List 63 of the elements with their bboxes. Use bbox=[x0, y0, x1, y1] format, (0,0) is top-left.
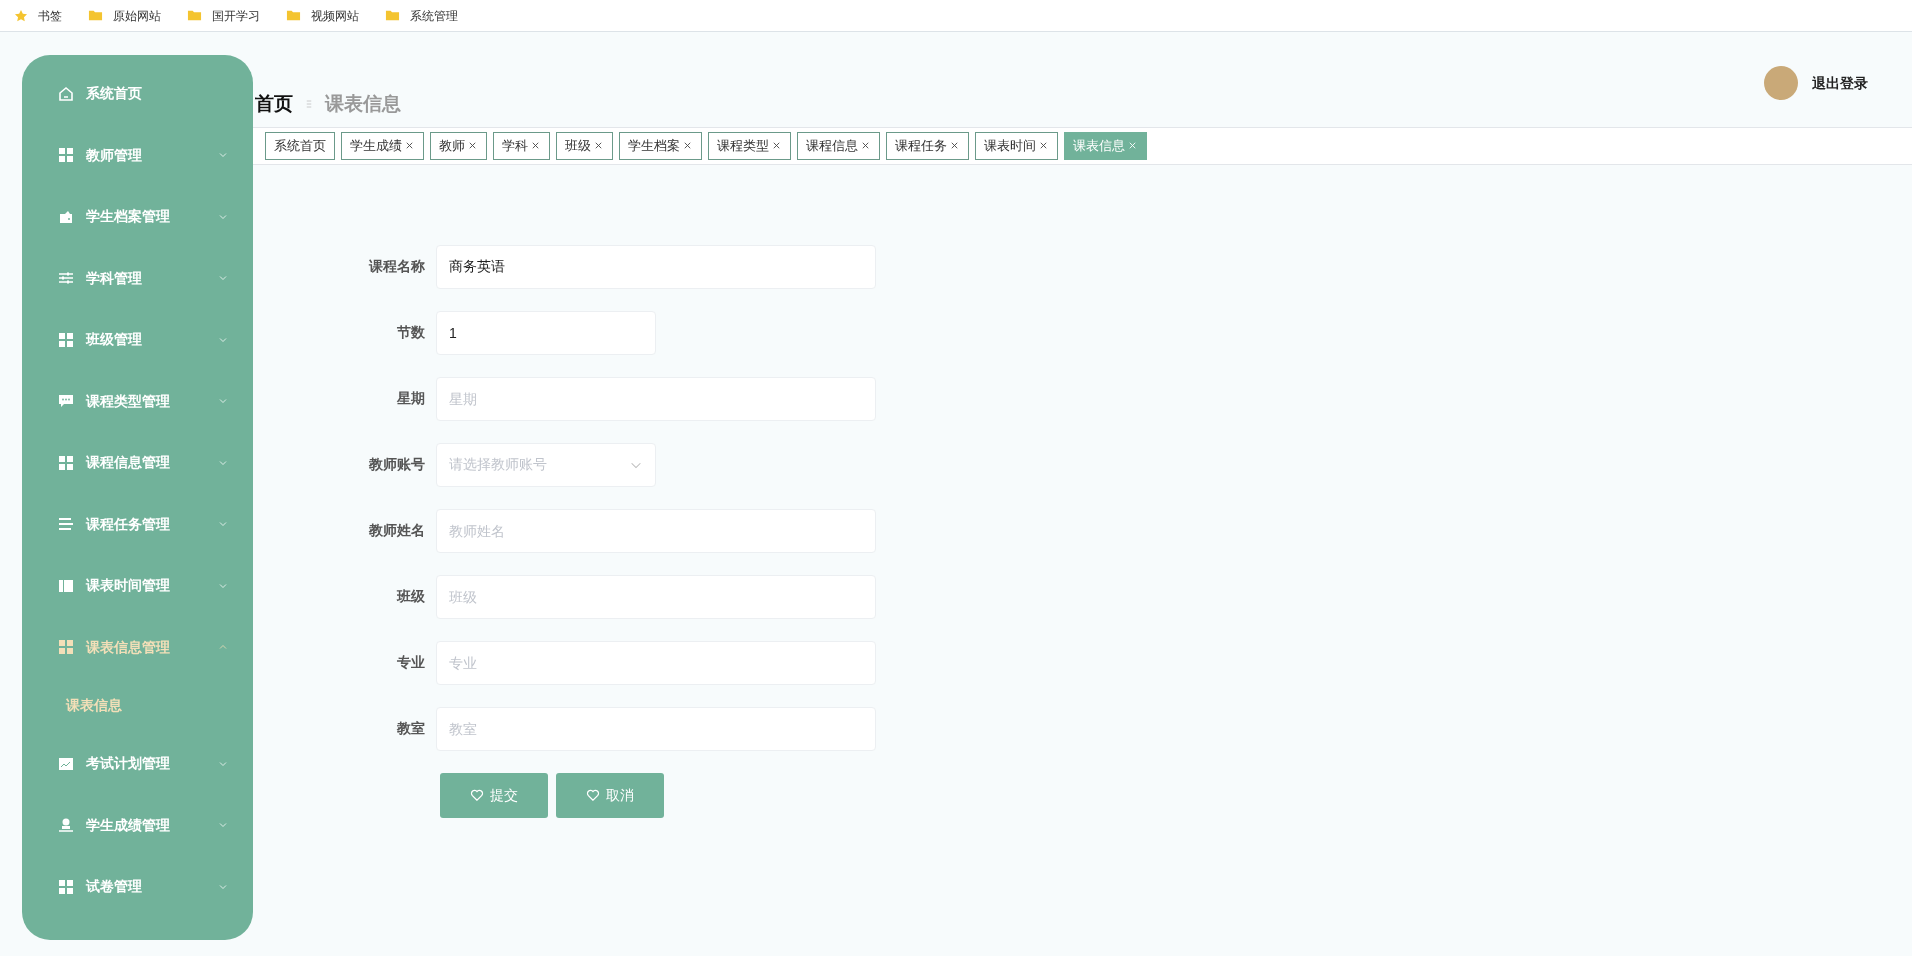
input-field[interactable]: 班级 bbox=[436, 574, 876, 619]
avatar bbox=[1764, 66, 1798, 100]
tab[interactable]: 学科 bbox=[493, 131, 550, 160]
field-label: 教师账号 bbox=[368, 455, 425, 474]
grid-icon bbox=[58, 639, 74, 656]
close-icon bbox=[1038, 140, 1049, 151]
bookmark-link[interactable]: 视频网站 bbox=[311, 6, 359, 25]
field-label: 教室 bbox=[396, 719, 425, 738]
grid-icon bbox=[58, 878, 74, 895]
logout-button[interactable]: 退出登录 bbox=[1812, 72, 1868, 94]
field-label: 班级 bbox=[395, 587, 425, 606]
bookmark-link[interactable]: 书签 bbox=[38, 6, 62, 25]
tab[interactable]: 学生成绩 bbox=[341, 131, 424, 160]
star-icon bbox=[14, 8, 28, 23]
tab[interactable]: 课表时间 bbox=[975, 131, 1058, 160]
tab[interactable]: 班级 bbox=[556, 131, 613, 160]
chat-icon bbox=[58, 393, 74, 410]
grid-icon bbox=[58, 454, 74, 471]
tab[interactable]: 课程信息 bbox=[797, 131, 880, 160]
close-icon bbox=[404, 140, 415, 151]
breadcrumb-item: 课表信息 bbox=[325, 92, 401, 116]
person-icon bbox=[58, 817, 74, 834]
chart-icon bbox=[58, 755, 74, 772]
close-icon bbox=[1127, 140, 1138, 151]
input-field[interactable]: 专业 bbox=[436, 640, 876, 685]
tab[interactable]: 学生档案 bbox=[619, 131, 702, 160]
close-icon bbox=[771, 140, 782, 151]
close-icon bbox=[682, 140, 693, 151]
tab[interactable]: 课程任务 bbox=[886, 131, 969, 160]
tab[interactable]: 教师 bbox=[430, 131, 487, 160]
close-icon bbox=[949, 140, 960, 151]
field-label: 专业 bbox=[396, 653, 425, 672]
input-field[interactable]: 商务英语 bbox=[436, 244, 876, 289]
input-field[interactable]: 星期 bbox=[436, 376, 876, 421]
tab[interactable]: 系统首页 bbox=[265, 131, 335, 160]
folder-icon bbox=[286, 8, 301, 23]
field-label: 星期 bbox=[396, 389, 425, 408]
field-label: 教师姓名 bbox=[368, 521, 425, 540]
sliders-icon bbox=[58, 270, 74, 287]
bookmark-link[interactable]: 国开学习 bbox=[212, 6, 260, 25]
close-icon bbox=[467, 140, 478, 151]
grid-icon bbox=[58, 331, 74, 348]
grid-icon bbox=[58, 147, 74, 164]
heart-icon bbox=[470, 788, 484, 802]
close-icon bbox=[860, 140, 871, 151]
breadcrumb-item[interactable]: 首页 bbox=[255, 90, 293, 119]
close-icon bbox=[530, 140, 541, 151]
field-label: 节数 bbox=[396, 323, 425, 342]
input-field[interactable]: 教师姓名 bbox=[436, 508, 876, 553]
folder-icon bbox=[88, 8, 103, 23]
list-icon bbox=[58, 516, 74, 533]
input-field[interactable]: 1 bbox=[436, 310, 656, 355]
input-field[interactable]: 教室 bbox=[436, 706, 876, 751]
folder-icon bbox=[187, 8, 202, 23]
close-icon bbox=[593, 140, 604, 151]
field-label: 课程名称 bbox=[367, 257, 425, 276]
bookmark-link[interactable]: 原始网站 bbox=[113, 6, 161, 25]
home-icon bbox=[58, 85, 74, 102]
bookmark-link[interactable]: 系统管理 bbox=[410, 6, 458, 25]
tab[interactable]: 课程类型 bbox=[708, 131, 791, 160]
book-icon bbox=[58, 577, 74, 594]
heart-icon bbox=[586, 788, 600, 802]
folder-icon bbox=[385, 8, 400, 23]
